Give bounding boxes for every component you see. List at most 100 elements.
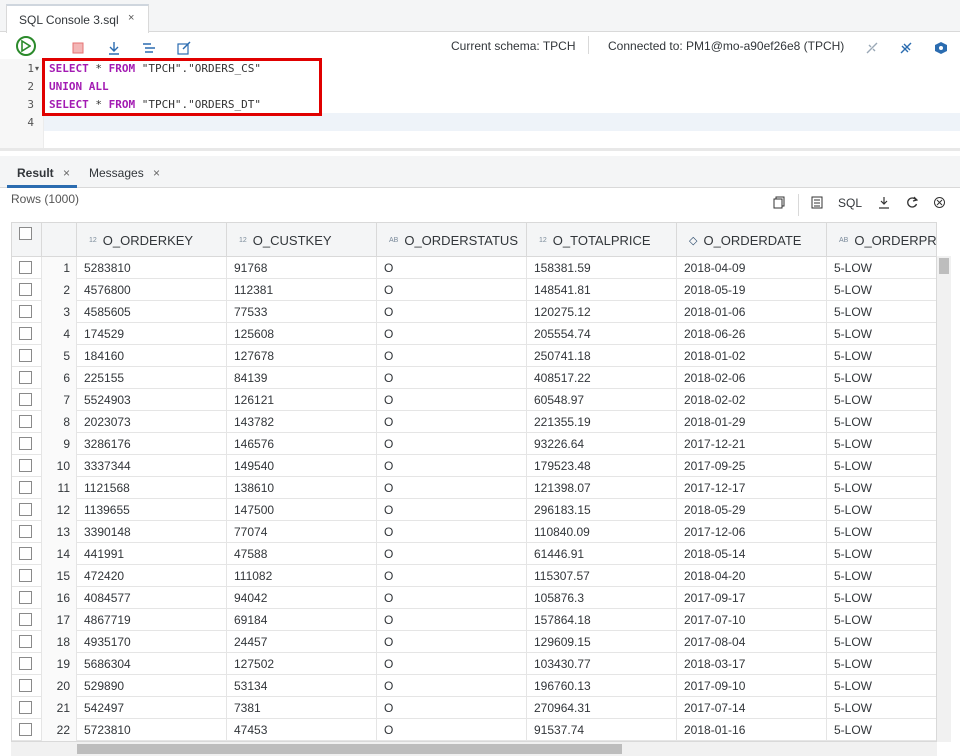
cell-orderpriority[interactable]: 5-LOW [827,389,936,411]
cell-orderpriority[interactable]: 5-LOW [827,543,936,565]
tab-close-icon[interactable]: × [128,12,134,24]
cell-totalprice[interactable]: 270964.31 [527,697,677,719]
cell-orderstatus[interactable]: O [377,345,527,367]
cell-orderdate[interactable]: 2017-12-17 [677,477,827,499]
column-header-totalprice[interactable]: 12 O_TOTALPRICE [527,223,677,257]
cell-custkey[interactable]: 94042 [227,587,377,609]
row-select-cell[interactable] [12,587,42,609]
cell-custkey[interactable]: 77074 [227,521,377,543]
cell-orderstatus[interactable]: O [377,499,527,521]
cell-orderdate[interactable]: 2018-03-17 [677,653,827,675]
column-header-orderdate[interactable]: ◇ O_ORDERDATE [677,223,827,257]
cell-totalprice[interactable]: 120275.12 [527,301,677,323]
select-all-checkbox[interactable] [19,227,32,240]
cell-orderstatus[interactable]: O [377,675,527,697]
cell-custkey[interactable]: 147500 [227,499,377,521]
cell-custkey[interactable]: 146576 [227,433,377,455]
cell-orderpriority[interactable]: 5-LOW [827,367,936,389]
cell-totalprice[interactable]: 121398.07 [527,477,677,499]
row-checkbox[interactable] [19,459,32,472]
cell-orderkey[interactable]: 225155 [77,367,227,389]
row-select-cell[interactable] [12,345,42,367]
column-header-custkey[interactable]: 12 O_CUSTKEY [227,223,377,257]
grid-vertical-scrollbar[interactable] [937,256,951,742]
row-checkbox[interactable] [19,525,32,538]
copy-icon[interactable] [773,196,785,212]
cell-orderkey[interactable]: 2023073 [77,411,227,433]
row-checkbox[interactable] [19,503,32,516]
cell-totalprice[interactable]: 250741.18 [527,345,677,367]
column-header-orderpriority[interactable]: AB O_ORDERPRI [827,223,936,257]
connect-icon[interactable] [898,36,914,60]
cell-orderstatus[interactable]: O [377,587,527,609]
row-checkbox[interactable] [19,591,32,604]
row-select-cell[interactable] [12,609,42,631]
row-select-cell[interactable] [12,675,42,697]
table-row[interactable]: 12 1139655 147500 O 296183.15 2018-05-29 5-LOW [12,499,936,521]
cell-orderpriority[interactable]: 5-LOW [827,631,936,653]
cell-orderdate[interactable]: 2018-01-16 [677,719,827,741]
cell-orderdate[interactable]: 2018-01-06 [677,301,827,323]
cell-orderpriority[interactable]: 5-LOW [827,719,936,741]
table-row[interactable]: 22 5723810 47453 O 91537.74 2018-01-16 5-LOW [12,719,936,741]
cell-totalprice[interactable]: 115307.57 [527,565,677,587]
cell-custkey[interactable]: 138610 [227,477,377,499]
table-row[interactable]: 14 441991 47588 O 61446.91 2018-05-14 5-LOW [12,543,936,565]
cell-orderkey[interactable]: 1121568 [77,477,227,499]
cell-custkey[interactable]: 47453 [227,719,377,741]
cell-custkey[interactable]: 77533 [227,301,377,323]
cell-orderstatus[interactable]: O [377,653,527,675]
cell-orderstatus[interactable]: O [377,455,527,477]
cell-orderkey[interactable]: 5723810 [77,719,227,741]
cell-totalprice[interactable]: 129609.15 [527,631,677,653]
cell-orderpriority[interactable]: 5-LOW [827,433,936,455]
cell-orderkey[interactable]: 441991 [77,543,227,565]
row-checkbox[interactable] [19,349,32,362]
cell-orderpriority[interactable]: 5-LOW [827,499,936,521]
row-select-cell[interactable] [12,257,42,279]
row-select-cell[interactable] [12,279,42,301]
cell-orderstatus[interactable]: O [377,543,527,565]
cell-orderdate[interactable]: 2018-01-02 [677,345,827,367]
cell-orderdate[interactable]: 2017-09-10 [677,675,827,697]
table-row[interactable]: 18 4935170 24457 O 129609.15 2017-08-04 5-LOW [12,631,936,653]
cell-orderstatus[interactable]: O [377,521,527,543]
cell-orderdate[interactable]: 2018-04-09 [677,257,827,279]
cell-totalprice[interactable]: 91537.74 [527,719,677,741]
cell-custkey[interactable]: 143782 [227,411,377,433]
cell-orderpriority[interactable]: 5-LOW [827,455,936,477]
cell-totalprice[interactable]: 179523.48 [527,455,677,477]
cell-orderdate[interactable]: 2017-08-04 [677,631,827,653]
cell-orderstatus[interactable]: O [377,323,527,345]
cell-totalprice[interactable]: 296183.15 [527,499,677,521]
cell-custkey[interactable]: 112381 [227,279,377,301]
cell-orderdate[interactable]: 2017-07-10 [677,609,827,631]
row-checkbox[interactable] [19,613,32,626]
cell-orderstatus[interactable]: O [377,301,527,323]
cell-orderkey[interactable]: 3286176 [77,433,227,455]
row-checkbox[interactable] [19,415,32,428]
row-checkbox[interactable] [19,437,32,450]
row-select-cell[interactable] [12,565,42,587]
row-select-cell[interactable] [12,477,42,499]
format-icon[interactable] [141,36,157,60]
table-row[interactable]: 17 4867719 69184 O 157864.18 2017-07-10 5-LOW [12,609,936,631]
cell-totalprice[interactable]: 105876.3 [527,587,677,609]
cell-orderkey[interactable]: 5524903 [77,389,227,411]
tab-result[interactable]: Result × [17,166,70,180]
row-checkbox[interactable] [19,635,32,648]
cell-orderkey[interactable]: 184160 [77,345,227,367]
cell-custkey[interactable]: 127502 [227,653,377,675]
cell-orderpriority[interactable]: 5-LOW [827,521,936,543]
cell-orderkey[interactable]: 4084577 [77,587,227,609]
database-settings-icon[interactable] [933,36,949,60]
cell-totalprice[interactable]: 103430.77 [527,653,677,675]
scrollbar-thumb[interactable] [77,744,622,754]
cell-orderpriority[interactable]: 5-LOW [827,653,936,675]
cell-orderstatus[interactable]: O [377,389,527,411]
current-schema-label[interactable]: Current schema: TPCH [451,39,575,53]
cell-orderkey[interactable]: 529890 [77,675,227,697]
cell-orderkey[interactable]: 4576800 [77,279,227,301]
table-row[interactable]: 2 4576800 112381 O 148541.81 2018-05-19 5-LOW [12,279,936,301]
table-row[interactable]: 7 5524903 126121 O 60548.97 2018-02-02 5-LOW [12,389,936,411]
